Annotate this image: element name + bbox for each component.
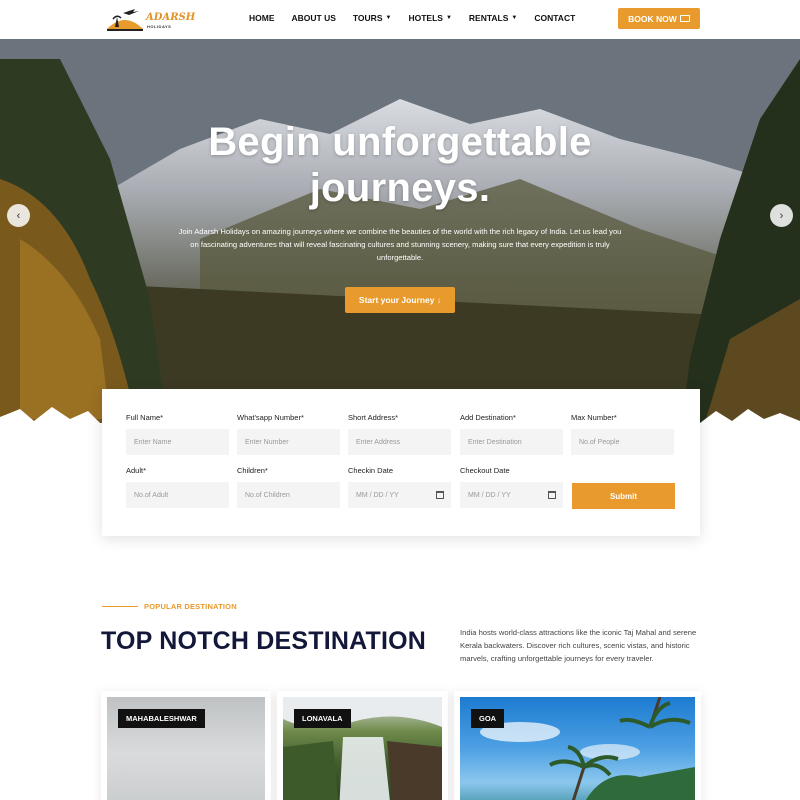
destination-image: LONAVALA [283,697,442,800]
adult-label: Adult* [126,466,147,475]
hero-title-line-2: journeys. [309,166,491,210]
full-name-field: Full Name* Enter Name [126,413,229,455]
nav-home[interactable]: HOME [249,13,275,23]
chevron-left-icon: ‹ [16,209,21,222]
checkout-date-field: Checkout Date MM / DD / YY [460,466,563,508]
max-number-input[interactable]: No.of People [571,429,674,455]
children-placeholder: No.of Children [245,491,290,499]
calendar-icon[interactable] [548,491,556,499]
short-address-label: Short Address* [348,413,399,422]
destination-tag: LONAVALA [294,709,351,728]
full-name-label: Full Name* [126,413,164,422]
nav-about-us-label: ABOUT US [291,13,336,23]
booking-form: Full Name* Enter Name What'sapp Number* … [102,389,700,536]
caret-down-icon: ▼ [385,15,392,21]
hero-title-line-1: Begin unforgettable [208,120,592,164]
nav-home-label: HOME [249,13,275,23]
adult-input[interactable]: No.of Adult [126,482,229,508]
full-name-placeholder: Enter Name [134,438,172,446]
nav-tours-label: TOURS [352,13,383,23]
eyebrow-divider [102,606,138,607]
start-journey-button[interactable]: Start your Journey ↓ [345,287,455,313]
checkin-date-placeholder: MM / DD / YY [356,491,399,499]
nav-rentals-label: RENTALS [468,13,509,23]
mail-icon [679,15,690,22]
main-nav: HOME ABOUT US TOURS ▼ HOTELS ▼ RENTALS ▼ CO… [249,13,592,23]
nav-contact[interactable]: CONTACT [534,13,575,23]
hero-description: Join Adarsh Holidays on amazing journeys… [178,227,622,262]
hero-banner: Begin unforgettable journeys. Join Adars… [0,39,800,439]
brand-logo[interactable]: ADARSH HOLIDAYS [105,5,195,33]
submit-button[interactable]: Submit [572,483,675,509]
whatsapp-number-label: What'sapp Number* [237,413,304,422]
book-now-button[interactable]: BOOK NOW [618,8,700,29]
brand-subtitle: HOLIDAYS [147,24,172,29]
nav-tours[interactable]: TOURS ▼ [353,13,392,23]
short-address-field: Short Address* Enter Address [348,413,451,455]
nav-rentals[interactable]: RENTALS ▼ [469,13,517,23]
short-address-placeholder: Enter Address [356,438,400,446]
short-address-input[interactable]: Enter Address [348,429,451,455]
max-number-field: Max Number* No.of People [571,413,674,455]
slider-prev-button[interactable]: ‹ [7,204,30,227]
calendar-icon[interactable] [436,491,444,499]
nav-about-us[interactable]: ABOUT US [292,13,336,23]
children-label: Children* [237,466,268,475]
checkin-date-field: Checkin Date MM / DD / YY [348,466,451,508]
brand-name: ADARSH [146,12,196,23]
chevron-right-icon: › [779,209,784,222]
whatsapp-number-placeholder: Enter Number [245,438,289,446]
destination-tag: GOA [471,709,505,728]
destination-image: GOA [460,697,695,800]
max-number-label: Max Number* [571,413,617,422]
destination-tag: MAHABALESHWAR [118,709,205,728]
full-name-input[interactable]: Enter Name [126,429,229,455]
destination-field: Add Destination* Enter Destination [460,413,563,455]
adult-placeholder: No.of Adult [134,491,169,499]
nav-contact-label: CONTACT [534,13,576,23]
site-header: ADARSH HOLIDAYS HOME ABOUT US TOURS ▼ HOT… [0,0,800,39]
slider-next-button[interactable]: › [770,204,793,227]
nav-hotels-label: HOTELS [408,13,443,23]
destination-label: Add Destination* [460,413,516,422]
checkout-date-label: Checkout Date [460,466,510,475]
checkout-date-input[interactable]: MM / DD / YY [460,482,563,508]
caret-down-icon: ▼ [445,15,452,21]
logo-mark-icon [107,9,143,31]
book-now-label: BOOK NOW [628,13,677,24]
checkin-date-label: Checkin Date [348,466,394,475]
section-description: India hosts world-class attractions like… [460,628,697,663]
destination-card-mahabaleshwar[interactable]: MAHABALESHWAR [101,691,271,800]
destination-placeholder: Enter Destination [468,438,522,446]
destination-card-lonavala[interactable]: LONAVALA [277,691,448,800]
hero-title: Begin unforgettable journeys. [0,119,800,211]
children-input[interactable]: No.of Children [237,482,340,508]
checkout-date-placeholder: MM / DD / YY [468,491,511,499]
adult-field: Adult* No.of Adult [126,466,229,508]
max-number-placeholder: No.of People [579,438,620,446]
section-eyebrow: POPULAR DESTINATION [144,602,237,611]
whatsapp-number-field: What'sapp Number* Enter Number [237,413,340,455]
nav-hotels[interactable]: HOTELS ▼ [408,13,451,23]
caret-down-icon: ▼ [511,15,518,21]
destination-card-goa[interactable]: GOA [454,691,701,800]
whatsapp-number-input[interactable]: Enter Number [237,429,340,455]
checkin-date-input[interactable]: MM / DD / YY [348,482,451,508]
children-field: Children* No.of Children [237,466,340,508]
section-title: TOP NOTCH DESTINATION [101,627,427,655]
destination-image: MAHABALESHWAR [107,697,265,800]
destination-input[interactable]: Enter Destination [460,429,563,455]
